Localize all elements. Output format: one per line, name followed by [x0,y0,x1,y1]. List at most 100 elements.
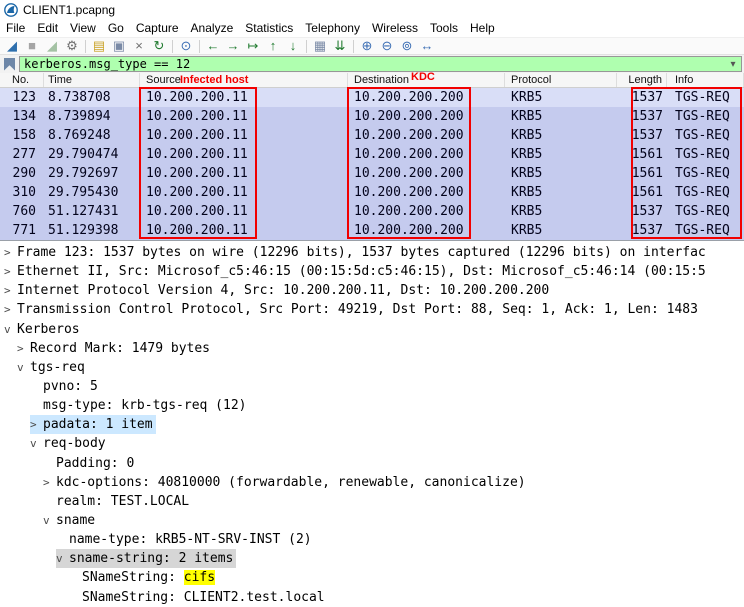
detail-line[interactable]: msg-type: krb-tgs-req (12) [0,396,744,415]
menu-view[interactable]: View [64,19,102,37]
filter-bar: ▾ [0,55,744,73]
packet-length: 1537 [617,221,667,240]
expand-arrow[interactable]: > [4,281,17,300]
go-first-packet-icon[interactable]: ↑ [263,38,283,54]
auto-scroll-icon[interactable]: ⇊ [330,38,350,54]
packet-no: 158 [0,126,44,145]
packet-row[interactable]: 277 29.790474 10.200.200.11 10.200.200.2… [0,145,744,164]
packet-time: 51.129398 [44,221,140,240]
expand-arrow[interactable]: > [17,339,30,358]
column-header-length[interactable]: Length [617,73,667,87]
detail-line[interactable]: >Internet Protocol Version 4, Src: 10.20… [0,281,744,300]
expand-arrow[interactable]: v [4,320,17,339]
detail-text: SNameString: CLIENT2.test.local [82,590,325,605]
go-to-packet-icon[interactable]: ↦ [243,38,263,54]
expand-arrow[interactable]: > [4,243,17,262]
menu-file[interactable]: File [0,19,31,37]
save-file-icon[interactable]: ▣ [109,38,129,54]
expand-arrow[interactable]: > [43,473,56,492]
detail-text: Ethernet II, Src: Microsof_c5:46:15 (00:… [17,264,706,279]
packet-no: 123 [0,88,44,107]
zoom-original-icon[interactable]: ⊚ [397,38,417,54]
menu-capture[interactable]: Capture [130,19,185,37]
detail-line[interactable]: >Ethernet II, Src: Microsof_c5:46:15 (00… [0,262,744,281]
detail-line[interactable]: >Frame 123: 1537 bytes on wire (12296 bi… [0,243,744,262]
zoom-out-icon[interactable]: ⊖ [377,38,397,54]
expand-arrow[interactable]: v [17,358,30,377]
packet-length: 1537 [617,88,667,107]
go-forward-icon[interactable]: → [223,38,243,54]
reload-file-icon[interactable]: ↻ [149,38,169,54]
close-file-icon[interactable]: × [129,38,149,54]
column-header-destination[interactable]: Destination [348,73,505,87]
start-capture-icon[interactable]: ◢ [2,38,22,54]
open-file-icon[interactable]: ▤ [89,38,109,54]
go-back-icon[interactable]: ← [203,38,223,54]
detail-line[interactable]: SNameString: cifs [0,568,744,587]
expand-arrow[interactable]: > [4,262,17,281]
packet-length: 1537 [617,202,667,221]
detail-line[interactable]: pvno: 5 [0,377,744,396]
menu-tools[interactable]: Tools [424,19,464,37]
packet-no: 277 [0,145,44,164]
packet-row[interactable]: 760 51.127431 10.200.200.11 10.200.200.2… [0,202,744,221]
menu-analyze[interactable]: Analyze [185,19,240,37]
packet-source: 10.200.200.11 [140,145,348,164]
column-header-time[interactable]: Time [44,73,140,87]
find-packet-icon[interactable]: ⊙ [176,38,196,54]
detail-line[interactable]: vKerberos [0,320,744,339]
packet-time: 29.792697 [44,164,140,183]
column-header-source[interactable]: Source [140,73,348,87]
packet-row[interactable]: 290 29.792697 10.200.200.11 10.200.200.2… [0,164,744,183]
detail-line[interactable]: >Record Mark: 1479 bytes [0,339,744,358]
packet-row[interactable]: 134 8.739894 10.200.200.11 10.200.200.20… [0,107,744,126]
chevron-down-icon[interactable]: ▾ [725,59,741,70]
detail-line[interactable]: >Transmission Control Protocol, Src Port… [0,300,744,319]
restart-capture-icon[interactable]: ◢ [42,38,62,54]
packet-protocol: KRB5 [505,183,617,202]
column-header-info[interactable]: Info [667,73,744,87]
expand-arrow[interactable]: > [30,415,43,434]
filter-bookmark-icon[interactable] [4,58,15,71]
menu-help[interactable]: Help [464,19,501,37]
packet-destination: 10.200.200.200 [348,88,505,107]
detail-text: Frame 123: 1537 bytes on wire (12296 bit… [17,245,706,260]
detail-line[interactable]: Padding: 0 [0,454,744,473]
colorize-icon[interactable]: ▦ [310,38,330,54]
detail-line[interactable]: name-type: kRB5-NT-SRV-INST (2) [0,530,744,549]
packet-source: 10.200.200.11 [140,164,348,183]
zoom-in-icon[interactable]: ⊕ [357,38,377,54]
expand-arrow[interactable]: v [56,549,69,568]
resize-columns-icon[interactable]: ↔ [417,38,437,54]
capture-options-icon[interactable]: ⚙ [62,38,82,54]
packet-length: 1561 [617,145,667,164]
packet-detail-pane: >Frame 123: 1537 bytes on wire (12296 bi… [0,241,744,607]
detail-line[interactable]: SNameString: CLIENT2.test.local [0,588,744,607]
stop-capture-icon[interactable]: ■ [22,38,42,54]
detail-line[interactable]: vsname-string: 2 items [0,549,744,568]
menu-telephony[interactable]: Telephony [299,19,366,37]
display-filter-field: ▾ [19,56,742,72]
detail-line[interactable]: vreq-body [0,434,744,453]
detail-line[interactable]: >kdc-options: 40810000 (forwardable, ren… [0,473,744,492]
expand-arrow[interactable]: > [4,300,17,319]
expand-arrow[interactable]: v [43,511,56,530]
packet-row[interactable]: 771 51.129398 10.200.200.11 10.200.200.2… [0,221,744,240]
menu-statistics[interactable]: Statistics [239,19,299,37]
detail-line[interactable]: vsname [0,511,744,530]
go-last-packet-icon[interactable]: ↓ [283,38,303,54]
detail-text: kdc-options: 40810000 (forwardable, rene… [56,475,526,490]
display-filter-input[interactable] [20,57,725,71]
detail-line[interactable]: vtgs-req [0,358,744,377]
menu-wireless[interactable]: Wireless [366,19,424,37]
detail-line[interactable]: realm: TEST.LOCAL [0,492,744,511]
packet-row[interactable]: 158 8.769248 10.200.200.11 10.200.200.20… [0,126,744,145]
column-header-no[interactable]: No. [0,73,44,87]
packet-row[interactable]: 310 29.795430 10.200.200.11 10.200.200.2… [0,183,744,202]
menu-edit[interactable]: Edit [31,19,64,37]
expand-arrow[interactable]: v [30,434,43,453]
column-header-protocol[interactable]: Protocol [505,73,617,87]
detail-line[interactable]: >padata: 1 item [0,415,744,434]
packet-row[interactable]: 123 8.738708 10.200.200.11 10.200.200.20… [0,88,744,107]
menu-go[interactable]: Go [102,19,130,37]
